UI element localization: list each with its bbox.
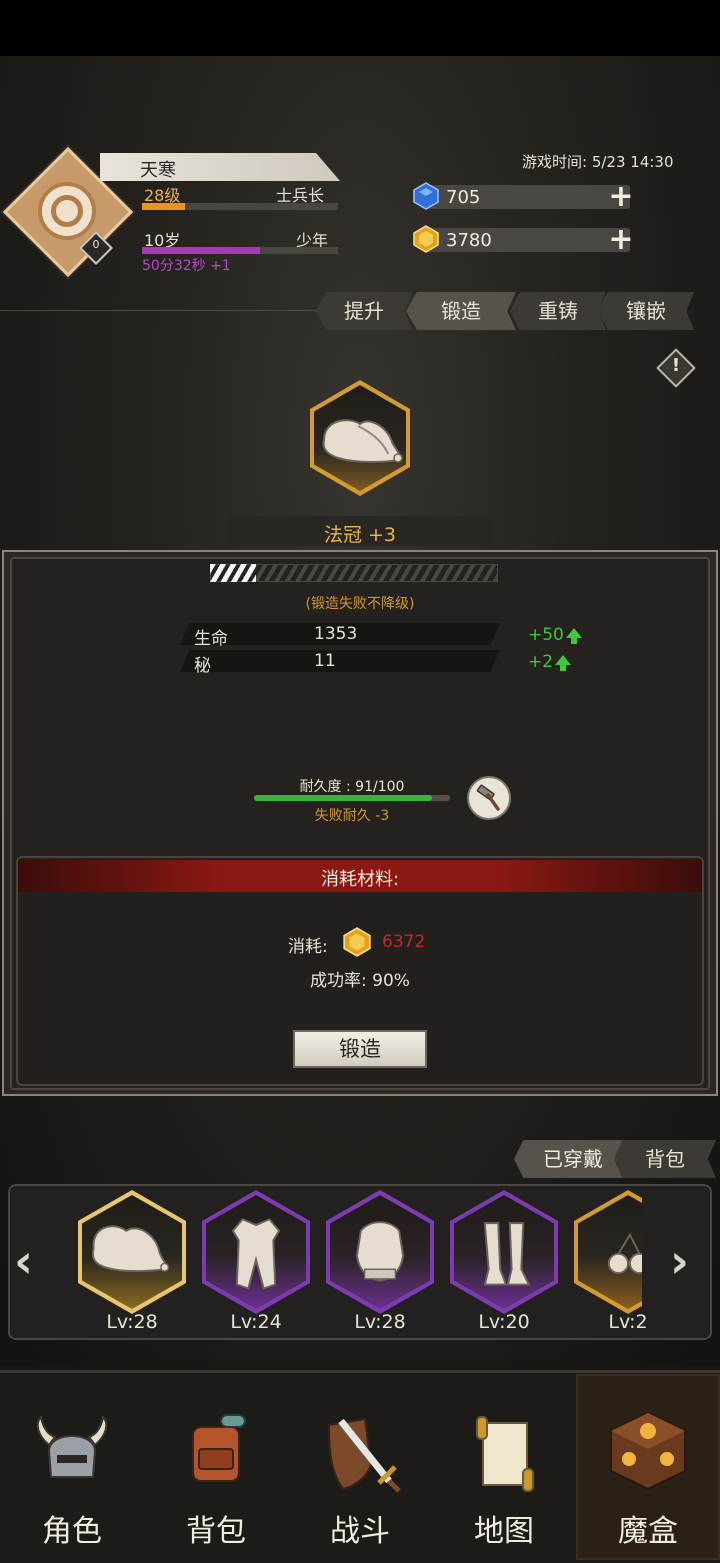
info-icon-mark: ! xyxy=(671,355,681,376)
equipment-slot[interactable] xyxy=(78,1190,190,1318)
scroll-map-icon xyxy=(476,1416,534,1492)
equipment-slot[interactable] xyxy=(202,1190,314,1318)
up-arrow-icon xyxy=(555,655,572,671)
stat-gain-hp-text: +50 xyxy=(528,625,564,645)
add-gems-button[interactable]: + xyxy=(608,182,634,212)
blue-gem-icon xyxy=(413,182,439,210)
materials-title: 消耗材料: xyxy=(320,869,400,890)
tab-reforge[interactable]: 重铸 xyxy=(510,292,606,330)
avatar-badge-count: 0 xyxy=(92,238,100,251)
equipment-slot[interactable] xyxy=(450,1190,562,1318)
slot-level: Lv:20 xyxy=(478,1311,530,1333)
gold-gem-icon xyxy=(343,927,371,957)
chest-armor-icon xyxy=(355,1221,405,1282)
tab-forge[interactable]: 锻造 xyxy=(406,292,516,330)
game-time: 游戏时间: 5/23 14:30 xyxy=(522,153,674,171)
tab-upgrade[interactable]: 提升 xyxy=(316,292,412,330)
wizard-hat-icon xyxy=(92,1225,170,1273)
age-progress-fill xyxy=(142,247,260,254)
player-name: 天寒 xyxy=(140,160,176,181)
gem-count: 705 xyxy=(446,187,481,208)
name-plate xyxy=(100,153,340,181)
item-name: 法冠 +3 xyxy=(323,524,397,546)
durability-label: 耐久度 : 91/100 xyxy=(299,779,405,795)
stat-gain-arcane-text: +2 xyxy=(528,652,554,672)
avatar[interactable] xyxy=(38,182,96,240)
forge-button[interactable]: 锻造 xyxy=(293,1030,427,1068)
age-progress-bar xyxy=(142,247,338,254)
age-timer: 50分32秒 +1 xyxy=(142,258,231,274)
stat-value-arcane: 11 xyxy=(314,651,336,671)
durability-fill xyxy=(254,795,433,801)
nav-label: 背包 xyxy=(186,1514,246,1549)
stat-value-hp: 1353 xyxy=(314,624,358,644)
consume-label: 消耗: xyxy=(288,937,328,957)
stat-label-arcane: 秘 xyxy=(194,656,211,676)
robe-icon xyxy=(231,1218,281,1290)
wizard-hat-icon xyxy=(322,419,403,463)
stat-label-hp: 生命 xyxy=(194,629,228,649)
slot-level: Lv:28 xyxy=(106,1311,158,1333)
tab-inlay[interactable]: 镶嵌 xyxy=(598,292,694,330)
level-progress-fill xyxy=(142,203,186,210)
sword-shield-icon xyxy=(327,1417,401,1493)
stat-gain-arcane: +2 xyxy=(528,652,572,672)
nav-label: 战斗 xyxy=(330,1514,390,1549)
status-bar xyxy=(0,0,720,56)
gold-gem-icon xyxy=(413,225,439,253)
tab-divider xyxy=(0,310,330,311)
stat-row xyxy=(180,650,500,672)
pendant-icon xyxy=(607,1232,642,1274)
repair-button[interactable] xyxy=(467,776,511,820)
level-progress-bar xyxy=(142,203,338,210)
stat-gain-hp: +50 xyxy=(528,625,582,645)
nav-label: 魔盒 xyxy=(618,1514,678,1549)
nav-label: 地图 xyxy=(474,1514,534,1549)
consume-value: 6372 xyxy=(382,932,426,952)
equipment-slot[interactable] xyxy=(574,1190,642,1318)
slot-level: Lv:28 xyxy=(354,1311,406,1333)
success-rate: 成功率: 90% xyxy=(310,971,410,991)
durability-bar xyxy=(254,795,450,801)
nav-label: 角色 xyxy=(42,1514,102,1549)
up-arrow-icon xyxy=(565,628,582,644)
greaves-icon xyxy=(483,1222,531,1286)
fail-durability: 失败耐久 -3 xyxy=(314,808,390,824)
add-gold-button[interactable]: + xyxy=(608,225,634,255)
tab-backpack[interactable]: 背包 xyxy=(614,1140,716,1178)
slot-level: Lv:2 xyxy=(608,1311,648,1333)
slot-level: Lv:24 xyxy=(230,1311,282,1333)
backpack-icon xyxy=(192,1414,246,1482)
forge-progress-fill xyxy=(210,564,257,582)
horned-helmet-icon xyxy=(36,1414,108,1478)
magic-box-icon xyxy=(610,1411,686,1491)
carousel-prev-button[interactable]: ‹ xyxy=(14,1234,33,1288)
gold-count: 3780 xyxy=(446,230,492,251)
carousel-next-button[interactable]: › xyxy=(670,1234,689,1288)
hammer-icon xyxy=(476,784,500,811)
equipment-slot[interactable] xyxy=(326,1190,438,1318)
forge-note: (锻造失败不降级) xyxy=(305,596,415,612)
